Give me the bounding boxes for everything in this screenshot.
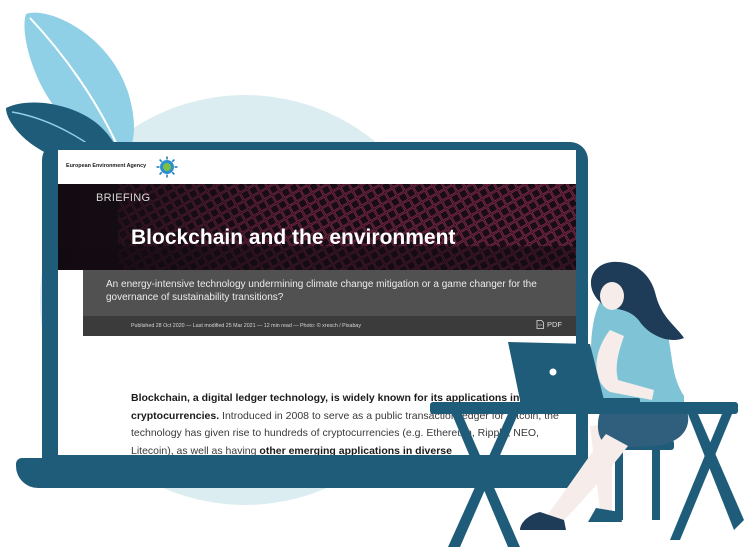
woman-face	[600, 282, 624, 310]
woman-at-desk-illustration	[430, 261, 744, 547]
